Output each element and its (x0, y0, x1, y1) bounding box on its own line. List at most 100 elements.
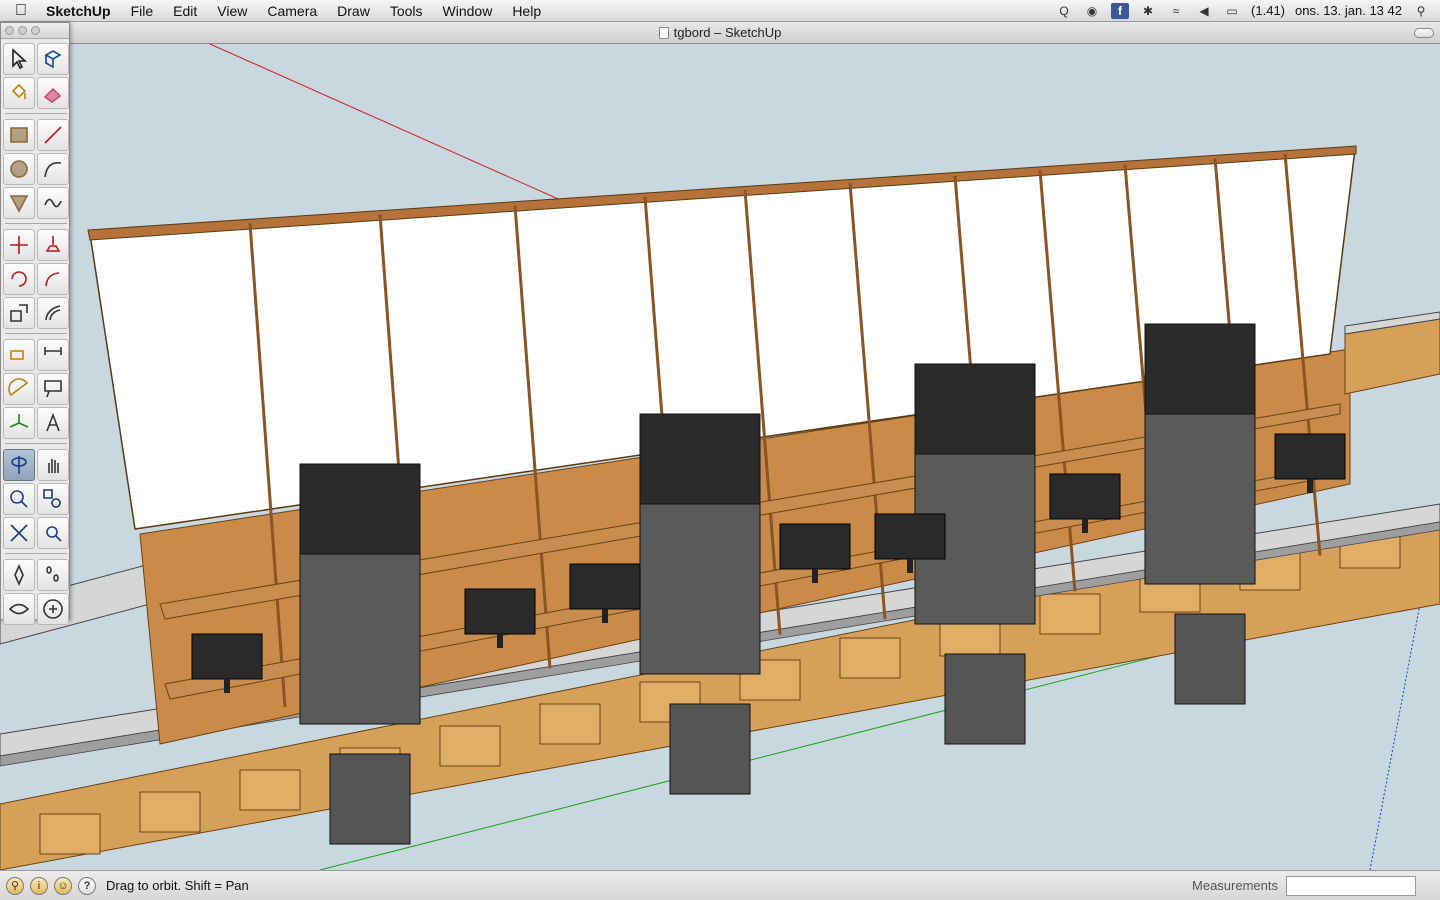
scale-tool-button[interactable] (3, 297, 35, 329)
tape-measure-tool-button[interactable] (3, 339, 35, 371)
speaker-head (299, 463, 421, 555)
speaker-sub (944, 653, 1026, 745)
zoom-icon (10, 490, 28, 508)
monitor-stand (1082, 519, 1088, 533)
push-pull-tool-button[interactable] (37, 229, 69, 261)
freehand-tool-button[interactable] (37, 187, 69, 219)
speaker-sub (1174, 613, 1246, 705)
volume-icon[interactable]: ◀ (1195, 3, 1213, 19)
rotate-icon (11, 271, 27, 287)
speaker-head (1144, 323, 1256, 415)
eraser-icon (43, 87, 62, 103)
walk-tool-button[interactable] (37, 559, 69, 591)
webcam-icon[interactable]: ◉ (1083, 3, 1101, 19)
circle-tool-button[interactable] (3, 153, 35, 185)
document-proxy-icon[interactable] (658, 27, 669, 39)
spotlight-icon[interactable]: ⚲ (1412, 3, 1430, 19)
user-icon[interactable]: ☺ (54, 876, 72, 895)
facebook-icon[interactable]: f (1111, 2, 1130, 19)
monitor-stand (497, 634, 503, 648)
monitor-stand (812, 569, 818, 583)
line-tool-button[interactable] (37, 119, 69, 151)
monitor-stand (602, 609, 608, 623)
battery-status[interactable]: (1.41) (1251, 3, 1285, 18)
offset-tool-button[interactable] (37, 297, 69, 329)
dimension-tool-button[interactable] (37, 339, 69, 371)
3d-text-icon (46, 412, 60, 432)
palette-zoom-button[interactable] (31, 26, 40, 35)
apple-menu-icon[interactable]:  (0, 2, 42, 20)
palette-title-bar[interactable] (1, 23, 69, 39)
pallet-block (439, 725, 501, 767)
menu-view[interactable]: View (207, 3, 257, 19)
speaker-cabinet (1144, 413, 1256, 585)
previous-view-icon (46, 526, 62, 542)
palette-separator (5, 113, 67, 114)
monitor (191, 633, 263, 680)
section-plane-tool-button[interactable] (37, 593, 69, 625)
instructor-help-icon[interactable]: ? (78, 876, 96, 895)
speaker-sub (329, 753, 411, 845)
speaker-cabinet (299, 553, 421, 725)
geo-location-icon[interactable]: ⚲ (6, 876, 24, 895)
rectangle-tool-button[interactable] (3, 119, 35, 151)
toolbar-toggle-button[interactable] (1414, 28, 1434, 38)
app-menu[interactable]: SketchUp (42, 3, 121, 19)
previous-view-tool-button[interactable] (37, 517, 69, 549)
freehand-icon (44, 198, 62, 208)
paint-bucket-tool-button[interactable] (3, 77, 35, 109)
follow-me-tool-button[interactable] (37, 263, 69, 295)
position-camera-tool-button[interactable] (3, 559, 35, 591)
3d-text-tool-button[interactable] (37, 407, 69, 439)
pallet-block (139, 791, 201, 833)
position-camera-icon (14, 564, 24, 586)
orbit-icon (11, 456, 27, 474)
model-scene[interactable] (0, 44, 1440, 870)
line-icon (44, 126, 62, 144)
menu-edit[interactable]: Edit (163, 3, 207, 19)
pan-tool-button[interactable] (37, 449, 69, 481)
menu-draw[interactable]: Draw (327, 3, 380, 19)
battery-icon[interactable]: ▭ (1223, 3, 1241, 19)
text-tool-button[interactable] (37, 373, 69, 405)
speaker-head (914, 363, 1036, 455)
offset-icon (45, 305, 61, 321)
menu-clock[interactable]: ons. 13. jan. 13 42 (1295, 3, 1402, 18)
orbit-tool-button[interactable] (3, 449, 35, 481)
menu-file[interactable]: File (121, 3, 164, 19)
circle-icon (10, 160, 28, 178)
drawing-viewport[interactable] (0, 44, 1440, 870)
protractor-icon (8, 378, 29, 397)
axes-icon (9, 414, 29, 428)
menu-window[interactable]: Window (433, 3, 503, 19)
move-icon (10, 236, 28, 254)
move-tool-button[interactable] (3, 229, 35, 261)
palette-close-button[interactable] (5, 26, 14, 35)
rotate-tool-button[interactable] (3, 263, 35, 295)
select-tool-button[interactable] (3, 43, 35, 75)
bluetooth-icon[interactable]: ✱ (1139, 3, 1157, 19)
pallet-block (39, 813, 101, 855)
menu-help[interactable]: Help (502, 3, 551, 19)
zoom-window-tool-button[interactable] (37, 483, 69, 515)
arc-tool-button[interactable] (37, 153, 69, 185)
zoom-extents-tool-button[interactable] (3, 517, 35, 549)
wifi-icon[interactable]: ≈ (1167, 3, 1185, 19)
credits-icon[interactable]: i (30, 876, 48, 895)
eraser-tool-button[interactable] (37, 77, 69, 109)
polygon-tool-button[interactable] (3, 187, 35, 219)
protractor-tool-button[interactable] (3, 373, 35, 405)
window-title-bar: tgbord – SketchUp (0, 22, 1440, 44)
look-around-tool-button[interactable] (3, 593, 35, 625)
status-hint: Drag to orbit. Shift = Pan (106, 878, 249, 893)
measurements-input[interactable] (1286, 875, 1416, 896)
component-tool-button[interactable] (37, 43, 69, 75)
pallet-block (839, 637, 901, 679)
zoom-tool-button[interactable] (3, 483, 35, 515)
menu-camera[interactable]: Camera (257, 3, 327, 19)
quicksilver-icon[interactable]: Q (1055, 3, 1073, 19)
zoom-window-icon (43, 489, 61, 508)
menu-tools[interactable]: Tools (380, 3, 433, 19)
axes-tool-button[interactable] (3, 407, 35, 439)
palette-minimize-button[interactable] (18, 26, 27, 35)
